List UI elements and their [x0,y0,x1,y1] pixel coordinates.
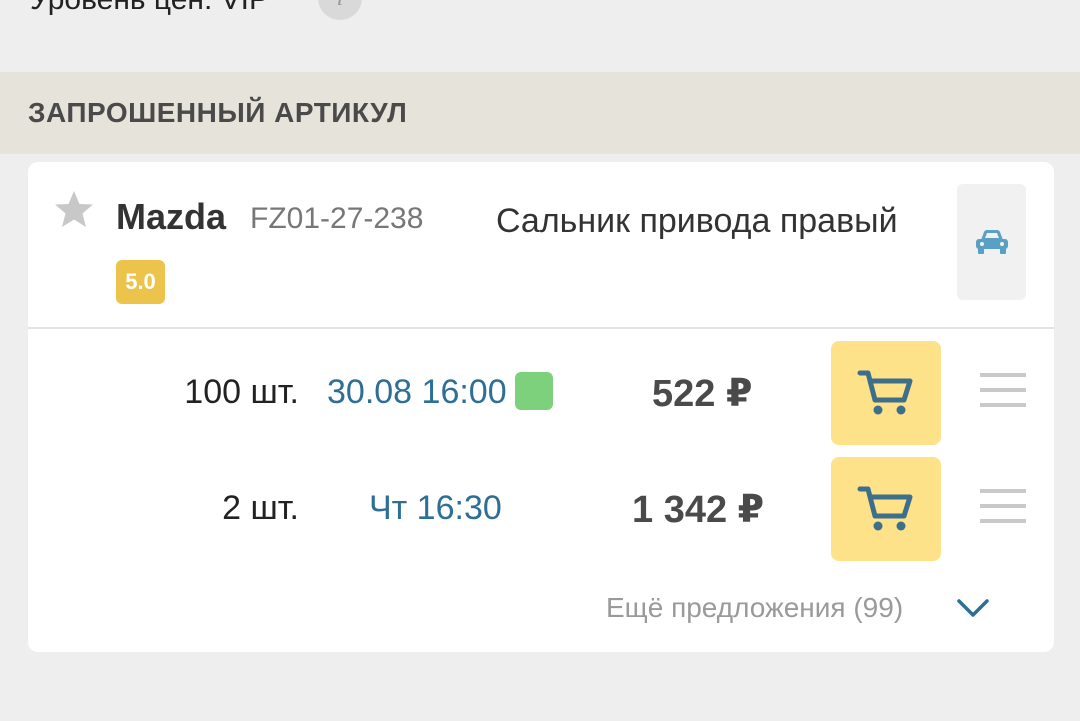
offer-quantity: 100 шт. [184,373,299,411]
menu-icon[interactable] [980,489,1026,523]
more-offers-link[interactable]: Ещё предложения (99) [606,592,903,624]
info-glyph: i [337,0,344,12]
cart-icon [857,486,913,531]
section-header: ЗАПРОШЕННЫЙ АРТИКУЛ [0,72,1080,154]
offer-row: 2 шт. Чт 16:30 1 342 ₽ [28,457,1054,561]
article-number: FZ01-27-238 [250,202,424,235]
offer-price: 522 ₽ [652,373,753,415]
divider [28,327,1054,329]
star-icon[interactable] [52,188,96,232]
product-description: Сальник привода правый [496,202,898,240]
brand-name: Mazda [116,196,227,237]
section-title: ЗАПРОШЕННЫЙ АРТИКУЛ [28,97,408,128]
availability-status-indicator [515,372,553,410]
offer-row: 100 шт. 30.08 16:00 522 ₽ [28,341,1054,445]
info-icon[interactable]: i [318,0,362,20]
cart-icon [857,370,913,415]
add-to-cart-button[interactable] [831,341,941,445]
price-level-text: Уровень цен: VIP [30,0,269,20]
car-icon [975,230,1008,254]
offer-quantity: 2 шт. [222,489,299,527]
offer-price: 1 342 ₽ [632,489,765,531]
offer-delivery: Чт 16:30 [369,489,502,527]
rating-badge: 5.0 [116,260,165,304]
add-to-cart-button[interactable] [831,457,941,561]
menu-icon[interactable] [980,373,1026,407]
vehicle-button[interactable] [957,184,1026,300]
chevron-down-icon[interactable] [956,596,990,620]
offer-delivery: 30.08 16:00 [327,373,507,411]
product-card: Mazda FZ01-27-238 5.0 Сальник привода пр… [28,162,1054,652]
